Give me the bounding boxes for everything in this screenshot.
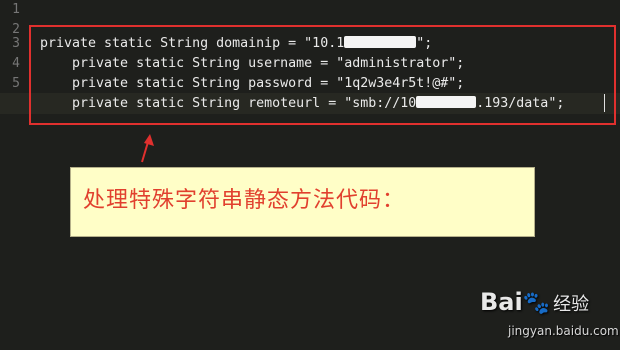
line-number-5: 5 bbox=[12, 76, 20, 91]
line-number-gutter: 1 2 3 4 5 6 bbox=[0, 0, 24, 350]
line-number-3: 3 bbox=[12, 36, 20, 51]
baidu-jingyan-logo: Bai🐾 经验 bbox=[480, 288, 589, 316]
highlight-box bbox=[29, 25, 616, 125]
line-number-1: 1 bbox=[12, 2, 20, 17]
logo-subtext: 经验 bbox=[553, 294, 590, 315]
arrow-up-icon bbox=[141, 134, 154, 163]
watermark-url: jingyan.baidu.com bbox=[508, 324, 619, 338]
line-number-4: 4 bbox=[12, 56, 20, 71]
annotation-text: 处理特殊字符串静态方法代码： bbox=[83, 188, 406, 213]
paw-icon: 🐾 bbox=[522, 291, 551, 316]
annotation-note: 处理特殊字符串静态方法代码： bbox=[70, 167, 535, 237]
logo-text: Bai bbox=[480, 288, 523, 316]
